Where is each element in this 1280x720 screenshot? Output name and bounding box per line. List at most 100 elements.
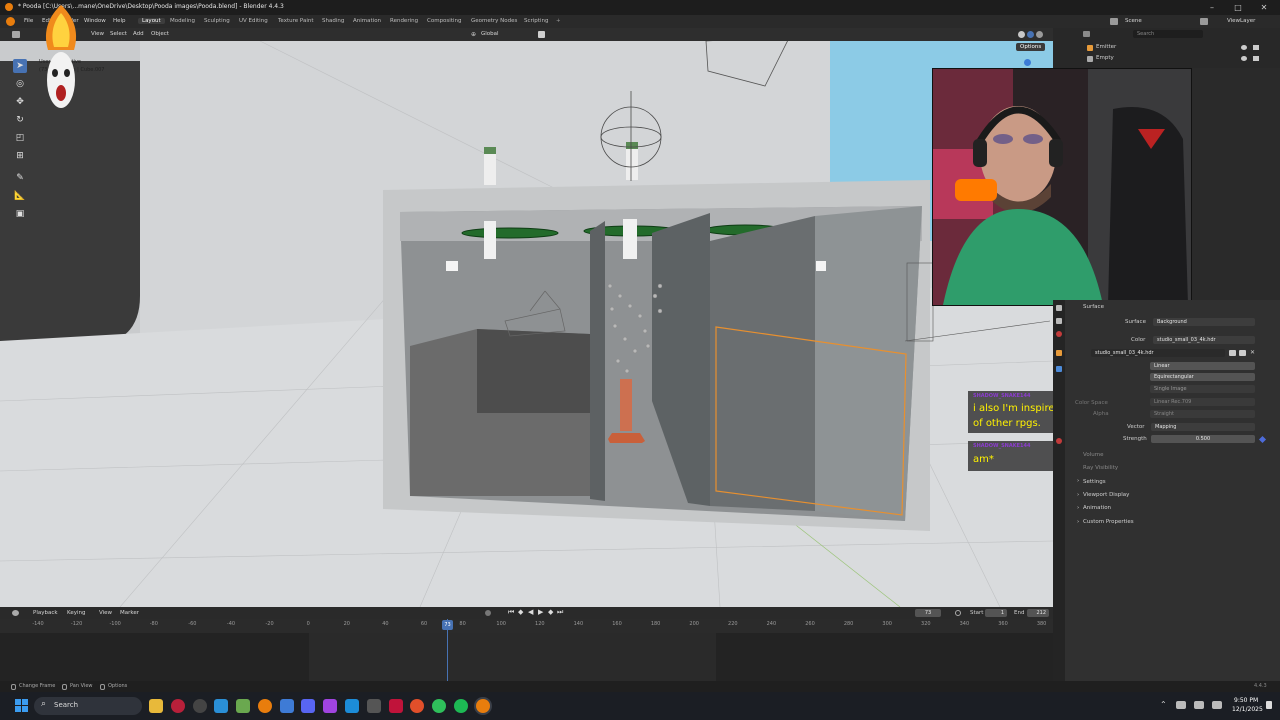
- visibility-eye-icon[interactable]: [1241, 56, 1247, 61]
- tray-chevron-icon[interactable]: ⌃: [1160, 700, 1167, 709]
- taskbar-app-icon[interactable]: [389, 699, 403, 713]
- end-frame-input[interactable]: 212: [1027, 609, 1049, 617]
- minimize-button[interactable]: –: [1204, 2, 1220, 13]
- visibility-eye-icon[interactable]: [1241, 45, 1247, 50]
- alpha-dropdown[interactable]: Straight: [1150, 410, 1255, 418]
- vector-mapping-field[interactable]: Mapping: [1151, 423, 1255, 431]
- blender-active-taskbar-icon[interactable]: [476, 699, 490, 713]
- taskbar-app-icon[interactable]: [345, 699, 359, 713]
- viewport-menu-view[interactable]: View: [91, 31, 104, 37]
- close-button[interactable]: ✕: [1256, 2, 1272, 13]
- add-cube-tool-icon[interactable]: ▣: [13, 207, 27, 221]
- workspace-tab-rendering[interactable]: Rendering: [390, 18, 418, 24]
- workspace-tab-sculpting[interactable]: Sculpting: [204, 18, 230, 24]
- strength-input[interactable]: 0.500: [1151, 435, 1255, 443]
- taskbar-date[interactable]: 12/1/2025: [1232, 706, 1263, 713]
- notification-bell-icon[interactable]: [1266, 701, 1272, 709]
- outliner-search-input[interactable]: Search: [1133, 30, 1203, 38]
- transform-tool-icon[interactable]: ⊞: [13, 149, 27, 163]
- timeline-body[interactable]: [0, 619, 1053, 681]
- menu-window[interactable]: Window: [84, 18, 106, 24]
- playhead-line[interactable]: [447, 619, 448, 681]
- workspace-tab-scripting[interactable]: Scripting: [524, 18, 548, 24]
- file-explorer-icon[interactable]: [149, 699, 163, 713]
- output-properties-icon[interactable]: [1056, 318, 1062, 324]
- render-properties-icon[interactable]: [1056, 305, 1062, 311]
- taskbar-app-icon[interactable]: [280, 699, 294, 713]
- animation-section[interactable]: Animation: [1083, 505, 1111, 511]
- outliner-item-emitter[interactable]: Emitter: [1096, 44, 1116, 50]
- scale-tool-icon[interactable]: ◰: [13, 131, 27, 145]
- scene-selector[interactable]: Scene: [1125, 18, 1142, 24]
- render-camera-icon[interactable]: [1253, 45, 1259, 50]
- workspace-tab-texture-paint[interactable]: Texture Paint: [278, 18, 314, 24]
- timeline-menu-keying[interactable]: Keying: [67, 610, 85, 616]
- blender-menu-icon[interactable]: [6, 17, 15, 26]
- shading-rendered-icon[interactable]: [1036, 31, 1043, 38]
- viewport-menu-select[interactable]: Select: [110, 31, 127, 37]
- network-icon[interactable]: [1194, 701, 1204, 709]
- shading-material-icon[interactable]: [1027, 31, 1034, 38]
- settings-gear-icon[interactable]: [193, 699, 207, 713]
- object-properties-icon[interactable]: [1056, 350, 1062, 356]
- strength-keyframe-icon[interactable]: [1258, 435, 1267, 444]
- blender-taskbar-icon[interactable]: [258, 699, 272, 713]
- volume-icon[interactable]: [1212, 701, 1222, 709]
- timeline-menu-marker[interactable]: Marker: [120, 610, 139, 616]
- transform-orientation-dropdown[interactable]: Global: [481, 31, 499, 37]
- play-reverse-icon[interactable]: ◀: [528, 608, 533, 616]
- color-space-dropdown[interactable]: Linear Rec.709: [1150, 398, 1255, 406]
- workspace-tab-modeling[interactable]: Modeling: [170, 18, 195, 24]
- chrome-icon[interactable]: [410, 699, 424, 713]
- viewport-display-section[interactable]: Viewport Display: [1083, 492, 1129, 498]
- spotify-icon[interactable]: [454, 699, 468, 713]
- snap-icon[interactable]: [538, 31, 545, 38]
- maximize-button[interactable]: □: [1230, 2, 1246, 13]
- surface-section-header[interactable]: Surface: [1083, 304, 1104, 310]
- timeline-menu-playback[interactable]: Playback: [33, 610, 58, 616]
- taskbar-app-icon[interactable]: [432, 699, 446, 713]
- taskbar-app-icon[interactable]: [367, 699, 381, 713]
- taskbar-app-icon[interactable]: [323, 699, 337, 713]
- workspace-tab-geometry-nodes[interactable]: Geometry Nodes: [471, 18, 517, 24]
- editor-type-icon[interactable]: [12, 31, 20, 38]
- windows-start-icon[interactable]: [15, 699, 28, 712]
- current-frame-input[interactable]: 73: [915, 609, 941, 617]
- workspace-tab-shading[interactable]: Shading: [322, 18, 344, 24]
- timeline-editor-icon[interactable]: [12, 610, 19, 616]
- measure-tool-icon[interactable]: 📐: [13, 189, 27, 203]
- viewport-menu-object[interactable]: Object: [151, 31, 169, 37]
- render-camera-icon[interactable]: [1253, 56, 1259, 61]
- outliner-filter-icon[interactable]: [1083, 31, 1090, 37]
- ray-visibility-section[interactable]: Ray Visibility: [1083, 465, 1118, 471]
- custom-properties-section[interactable]: Custom Properties: [1083, 519, 1134, 525]
- color-texture-field[interactable]: studio_small_03_4k.hdr: [1153, 336, 1255, 344]
- start-frame-input[interactable]: 1: [985, 609, 1007, 617]
- select-tool-icon[interactable]: ➤: [13, 59, 27, 73]
- next-keyframe-icon[interactable]: ◆: [548, 608, 553, 616]
- jump-end-icon[interactable]: ⏭: [557, 608, 563, 617]
- taskbar-time[interactable]: 9:50 PM: [1234, 697, 1258, 704]
- opera-browser-icon[interactable]: [171, 699, 185, 713]
- add-workspace-icon[interactable]: +: [556, 18, 561, 24]
- play-icon[interactable]: ▶: [538, 608, 543, 616]
- timeline-menu-view[interactable]: View: [99, 610, 112, 616]
- world-properties-icon[interactable]: [1056, 331, 1062, 337]
- photos-app-icon[interactable]: [214, 699, 228, 713]
- timeline-ruler[interactable]: -140 -120 -100 -80 -60 -40 -20 0 20 40 60 80 100 120 1…: [0, 619, 1053, 633]
- image-unlink-icon[interactable]: ✕: [1250, 350, 1255, 356]
- projection-dropdown[interactable]: Equirectangular: [1150, 373, 1255, 381]
- volume-section[interactable]: Volume: [1083, 452, 1103, 458]
- cursor-tool-icon[interactable]: ◎: [13, 77, 27, 91]
- taskbar-app-icon[interactable]: [236, 699, 250, 713]
- 3d-viewport[interactable]: ➤ ◎ ✥ ↻ ◰ ⊞ ✎ 📐 ▣ User Perspective (73) …: [0, 41, 1053, 607]
- tray-app-icon[interactable]: [1176, 701, 1186, 709]
- image-open-folder-icon[interactable]: [1239, 350, 1246, 356]
- modifier-properties-icon[interactable]: [1056, 366, 1062, 372]
- viewport-menu-add[interactable]: Add: [133, 31, 144, 37]
- view-layer-selector[interactable]: ViewLayer: [1227, 18, 1255, 24]
- record-icon[interactable]: [485, 610, 491, 616]
- prev-keyframe-icon[interactable]: ◆: [518, 608, 523, 616]
- workspace-tab-animation[interactable]: Animation: [353, 18, 381, 24]
- image-name-field[interactable]: studio_small_03_4k.hdr: [1091, 349, 1225, 357]
